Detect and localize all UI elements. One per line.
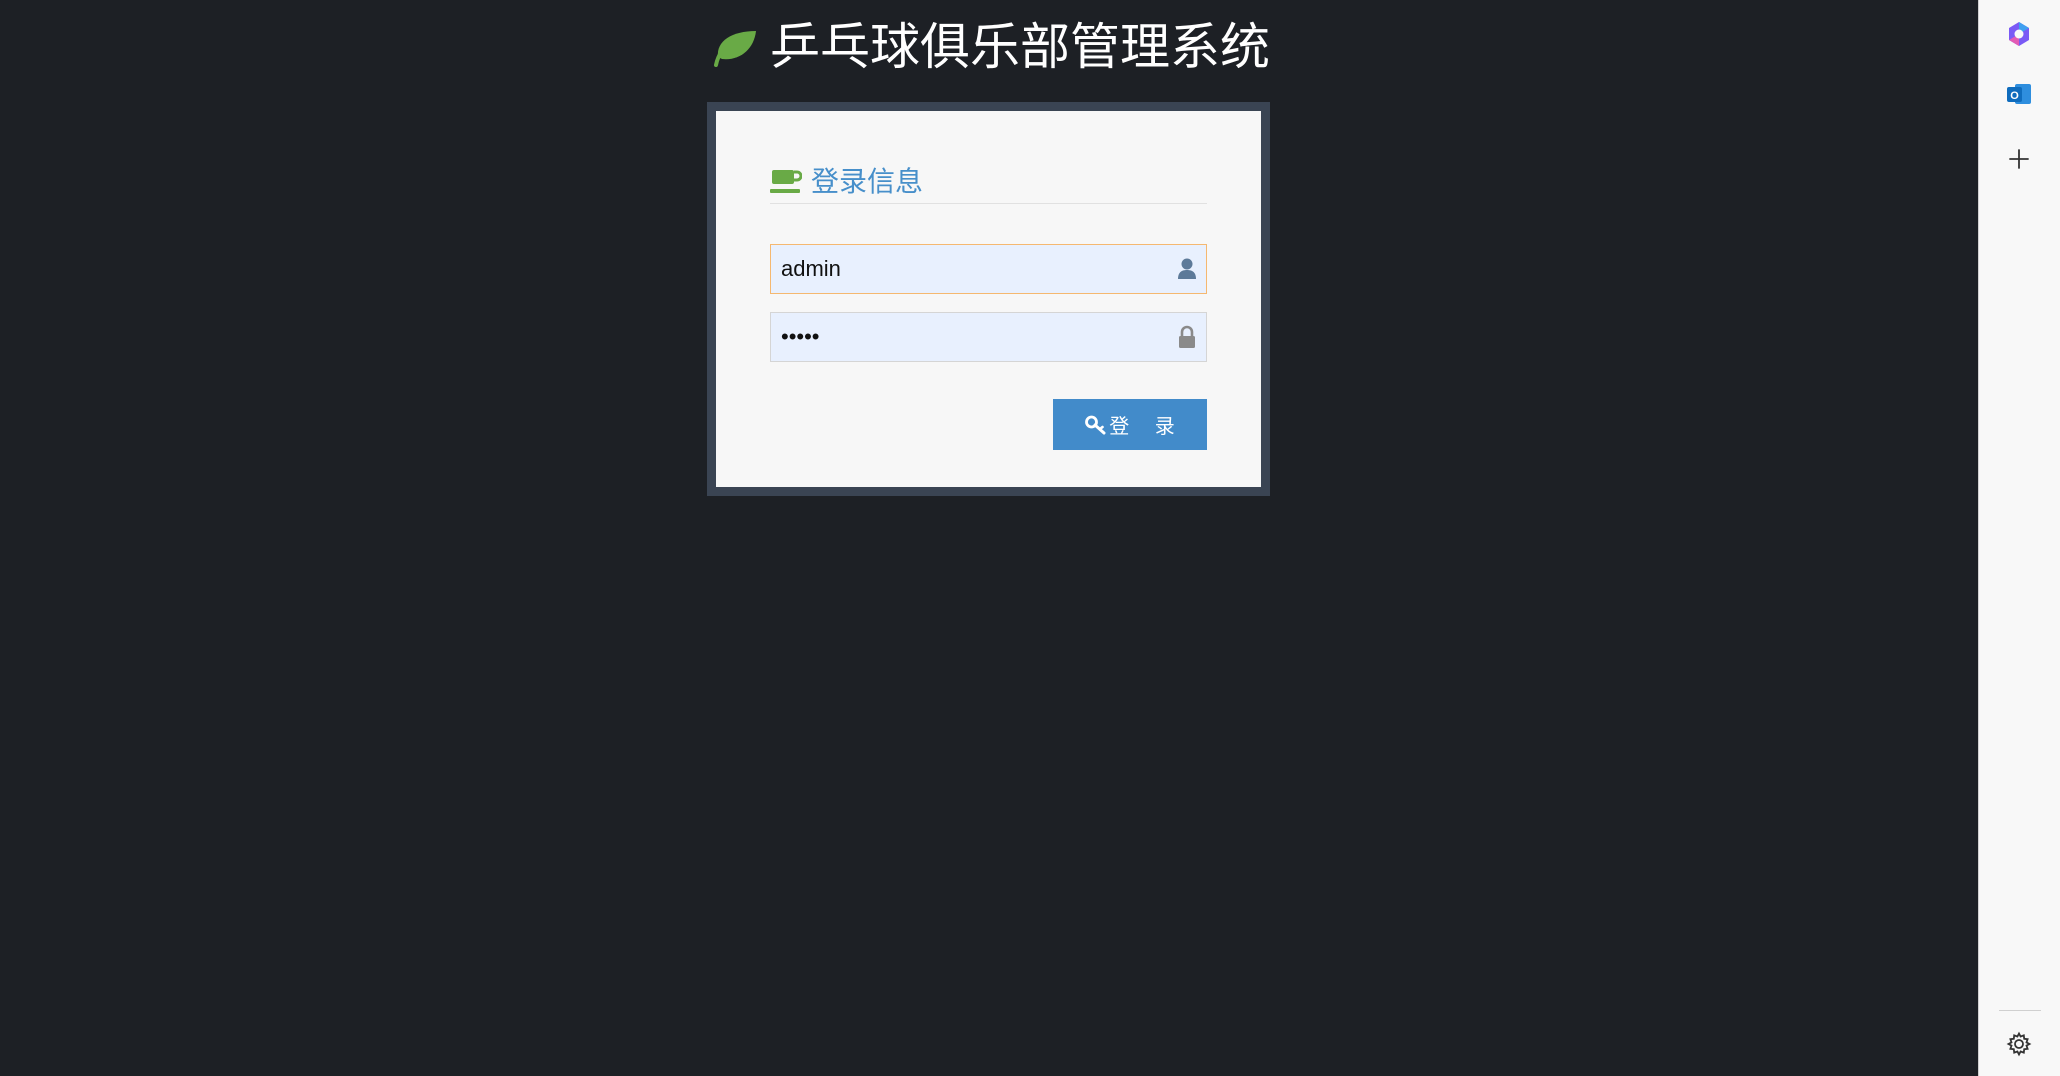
login-button[interactable]: 登 录 — [1053, 399, 1207, 450]
sidebar-divider — [1999, 1010, 2041, 1011]
login-box: 登录信息 admin ••••• 登 录 — [716, 111, 1261, 487]
settings-button[interactable] — [1997, 1022, 2041, 1066]
copilot-button[interactable] — [1997, 12, 2041, 56]
settings-gear-icon — [2006, 1031, 2032, 1057]
password-input[interactable] — [771, 313, 1156, 361]
login-button-label: 登 录 — [1109, 416, 1185, 438]
copilot-icon — [2009, 22, 2029, 46]
outlook-icon: O — [2007, 84, 2031, 104]
lock-icon — [1179, 325, 1195, 348]
app-header: 乒乓球俱乐部管理系统 — [0, 14, 1978, 80]
leaf-icon — [714, 31, 756, 67]
key-icon — [1085, 415, 1106, 434]
login-box-title: 登录信息 — [811, 166, 924, 197]
svg-text:O: O — [2010, 90, 2019, 102]
login-box-header: 登录信息 — [770, 161, 1207, 204]
outlook-button[interactable]: O — [1997, 72, 2041, 116]
login-page: 乒乓球俱乐部管理系统 登录信息 admin ••••• 登 录 — [0, 0, 1978, 1076]
user-icon — [1178, 258, 1196, 279]
add-icon — [2009, 149, 2029, 169]
add-button[interactable] — [1997, 137, 2041, 181]
username-field — [770, 244, 1207, 294]
password-field — [770, 312, 1207, 362]
username-input[interactable] — [771, 245, 1156, 293]
app-title: 乒乓球俱乐部管理系统 — [770, 19, 1270, 75]
login-frame: 登录信息 admin ••••• 登 录 — [707, 102, 1270, 496]
coffee-cup-icon — [770, 170, 802, 193]
browser-sidebar: O — [1978, 0, 2060, 1076]
